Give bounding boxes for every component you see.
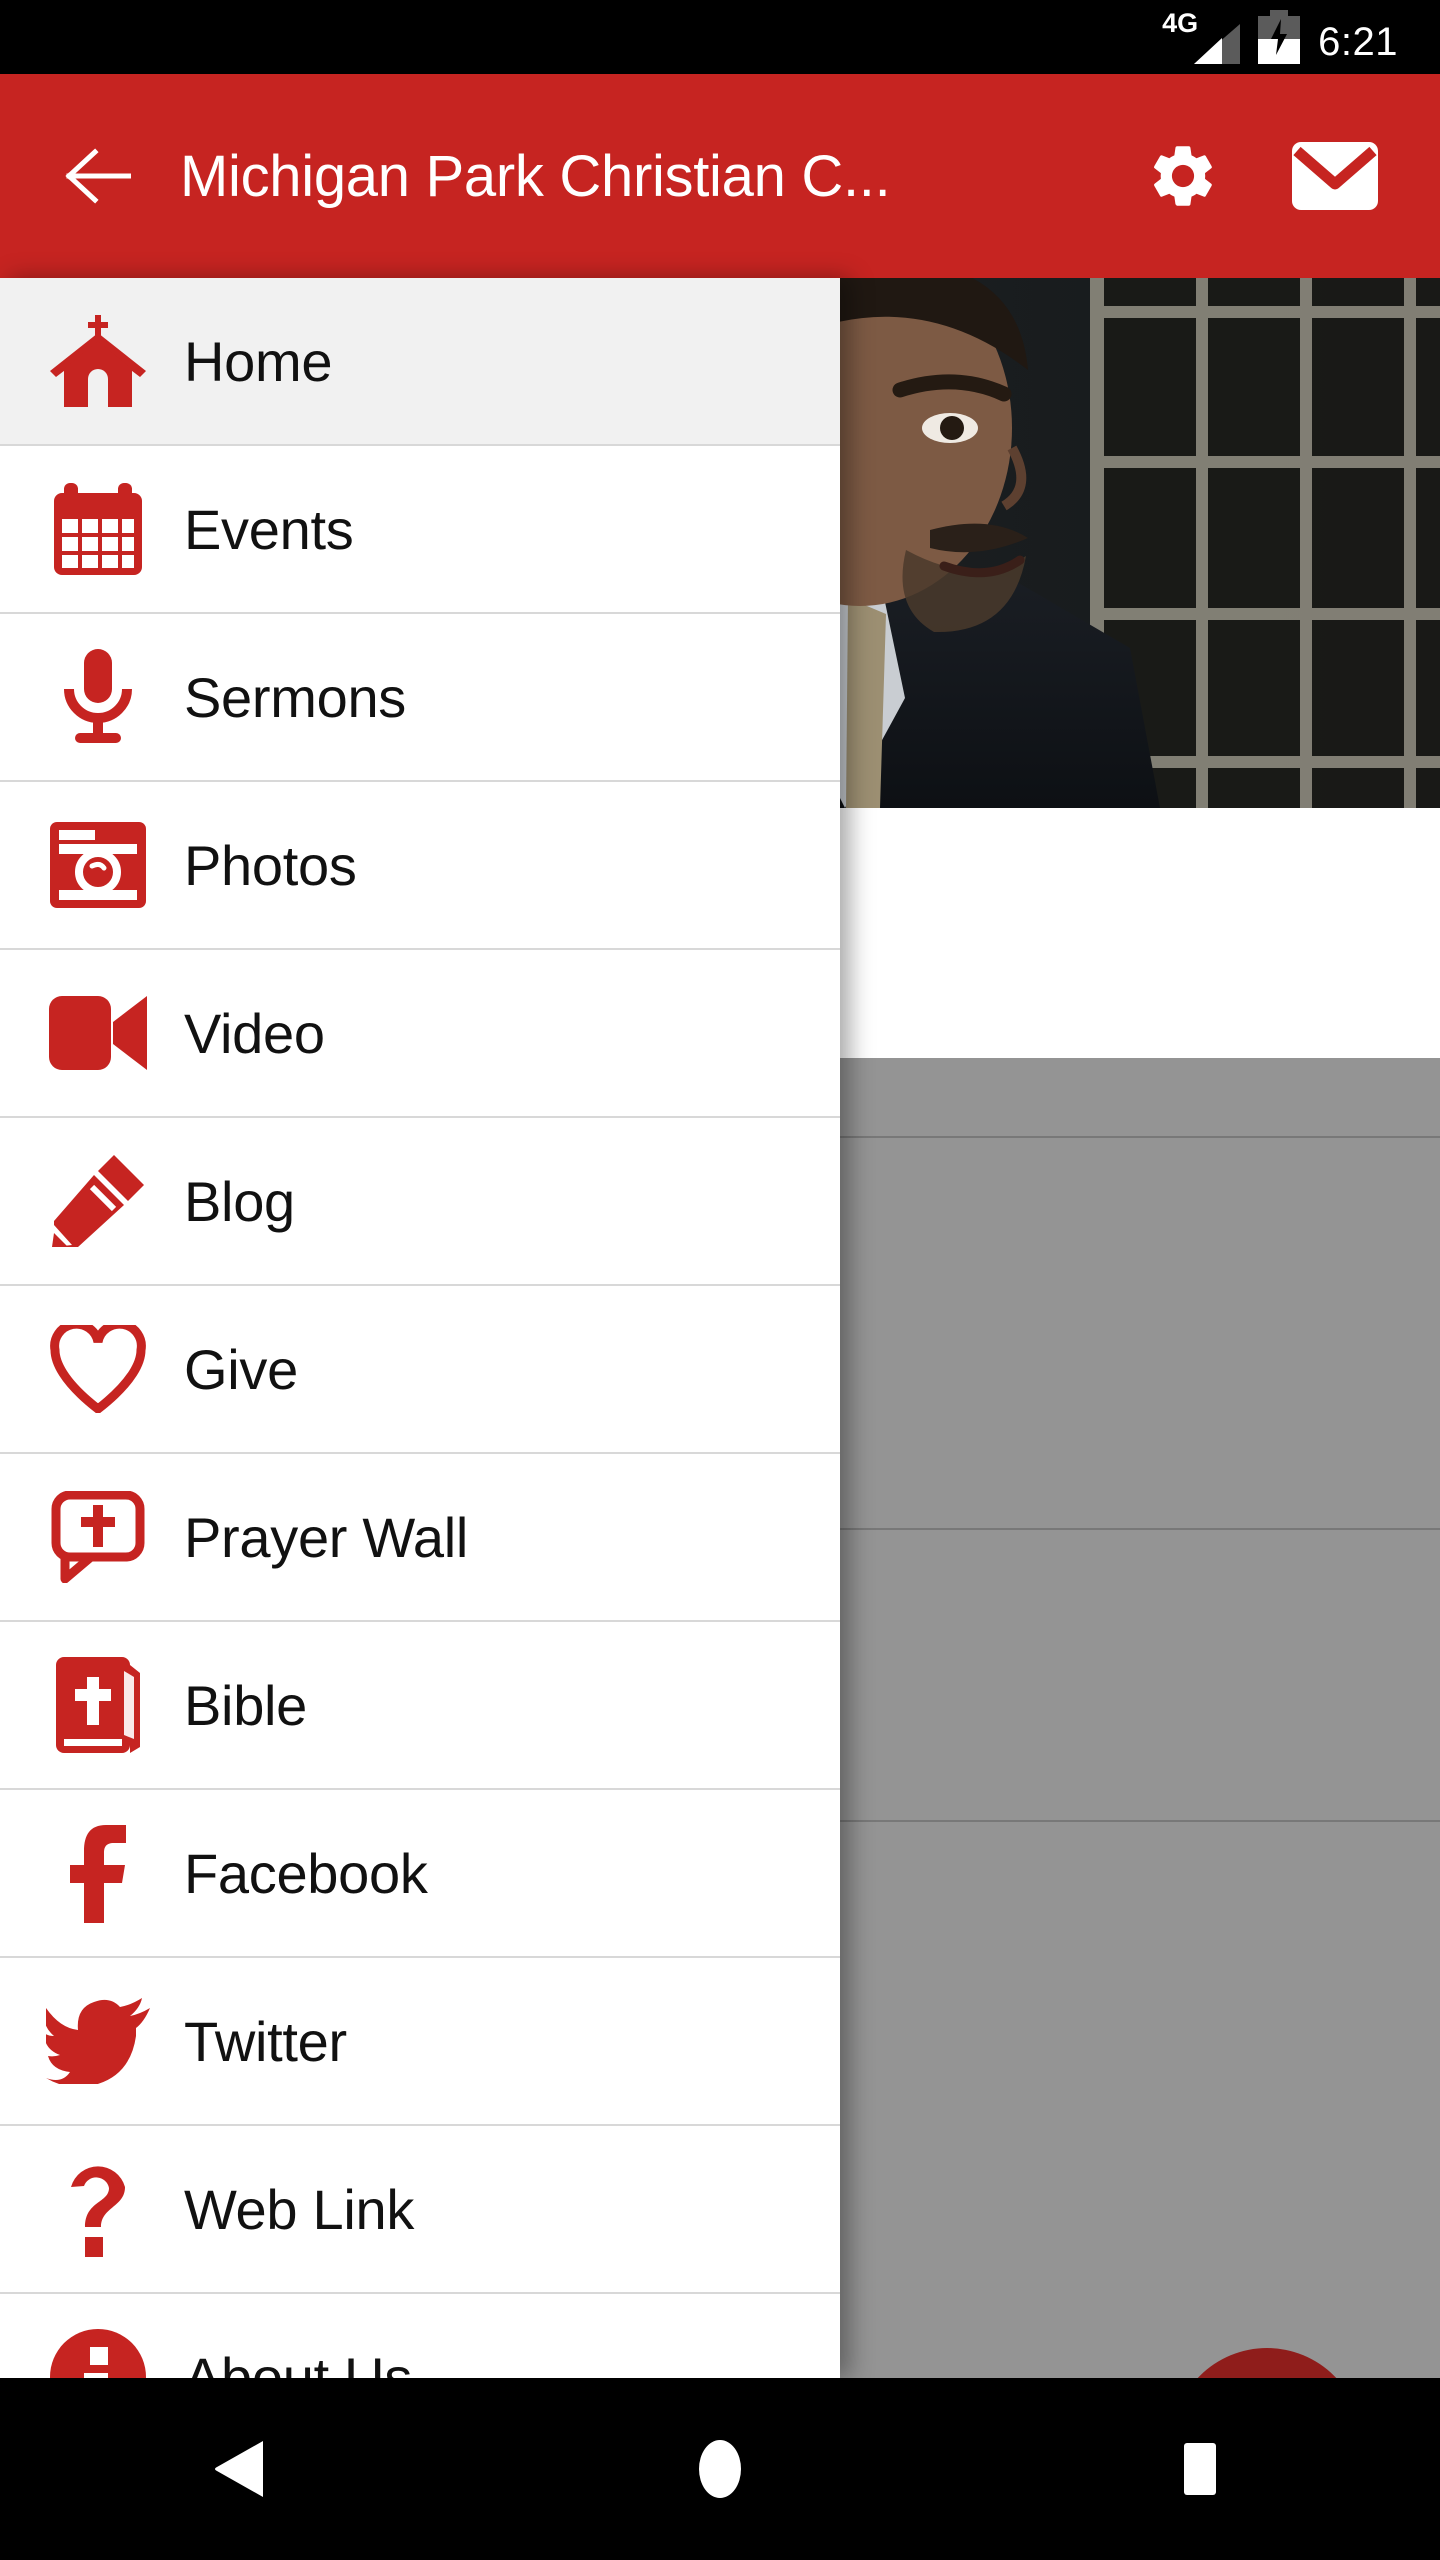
sidebar-item-label: Video (184, 1001, 325, 1065)
bible-book-icon (36, 1650, 160, 1760)
circle-home-icon[interactable] (660, 2409, 780, 2529)
sidebar-item-label: About Us (184, 2345, 412, 2379)
sidebar-item-about-us[interactable]: About Us (0, 2294, 840, 2378)
status-bar-clock: 6:21 (1318, 20, 1398, 64)
facebook-glyph (70, 1825, 126, 1923)
twitter-bird-glyph (46, 1998, 150, 2084)
back-arrow-glyph (65, 148, 131, 204)
sidebar-item-label: Blog (184, 1169, 295, 1233)
info-circle-icon (36, 2322, 160, 2378)
sidebar-item-label: Photos (184, 833, 357, 897)
circle-home-glyph (699, 2440, 741, 2498)
phone-screen: 4G 6:21 Michigan Park Christian C... Hom… (0, 0, 1440, 2560)
camera-icon (36, 810, 160, 920)
status-bar: 4G 6:21 (0, 0, 1440, 74)
info-circle-glyph (50, 2329, 146, 2378)
sidebar-item-label: Bible (184, 1673, 308, 1737)
sidebar-item-label: Twitter (184, 2009, 347, 2073)
sidebar-item-facebook[interactable]: Facebook (0, 1790, 840, 1958)
question-mark-glyph (71, 2166, 125, 2257)
sidebar-item-twitter[interactable]: Twitter (0, 1958, 840, 2126)
envelope-icon[interactable] (1292, 133, 1378, 219)
status-bar-icons: 4G 6:21 (1162, 10, 1398, 64)
sidebar-item-label: Facebook (184, 1841, 428, 1905)
calendar-glyph (54, 483, 142, 575)
square-recents-icon[interactable] (1140, 2409, 1260, 2529)
sidebar-item-label: Events (184, 497, 354, 561)
speech-bubble-cross-glyph (51, 1491, 145, 1583)
sidebar-item-sermons[interactable]: Sermons (0, 614, 840, 782)
signal-cellular-icon: 4G (1162, 10, 1241, 64)
app-bar: Michigan Park Christian C... (0, 74, 1440, 278)
sidebar-item-label: Sermons (184, 665, 406, 729)
sidebar-item-video[interactable]: Video (0, 950, 840, 1118)
sidebar-item-events[interactable]: Events (0, 446, 840, 614)
sidebar-item-prayer-wall[interactable]: Prayer Wall (0, 1454, 840, 1622)
back-arrow-icon[interactable] (60, 138, 136, 214)
triangle-back-glyph (215, 2441, 263, 2497)
video-camera-icon (36, 978, 160, 1088)
sidebar-item-home[interactable]: Home (0, 278, 840, 446)
question-mark-icon (36, 2154, 160, 2264)
speech-bubble-cross-icon (36, 1482, 160, 1592)
church-glyph (50, 315, 146, 407)
gear-glyph (1154, 146, 1212, 206)
heart-outline-icon (36, 1314, 160, 1424)
sidebar-item-give[interactable]: Give (0, 1286, 840, 1454)
page-title: Michigan Park Christian C... (180, 143, 891, 209)
square-recents-glyph (1184, 2443, 1216, 2495)
microphone-icon (36, 642, 160, 752)
sidebar-item-label: Prayer Wall (184, 1505, 469, 1569)
sidebar-item-web-link[interactable]: Web Link (0, 2126, 840, 2294)
sidebar-item-photos[interactable]: Photos (0, 782, 840, 950)
calendar-icon (36, 474, 160, 584)
facebook-icon (36, 1818, 160, 1928)
sidebar-item-label: Home (184, 329, 333, 393)
triangle-back-icon[interactable] (180, 2409, 300, 2529)
gear-icon[interactable] (1140, 133, 1226, 219)
pencil-icon (36, 1146, 160, 1256)
bible-book-glyph (56, 1657, 140, 1753)
sidebar-item-label: Give (184, 1337, 298, 1401)
camera-glyph (50, 822, 146, 908)
charging-bolt-glyph (1271, 19, 1288, 55)
signal-bars-glyph (1194, 24, 1241, 64)
twitter-bird-icon (36, 1986, 160, 2096)
battery-charging-icon (1258, 10, 1301, 64)
sidebar-item-label: Web Link (184, 2177, 415, 2241)
church-icon (36, 306, 160, 416)
sidebar-item-blog[interactable]: Blog (0, 1118, 840, 1286)
heart-outline-glyph (50, 1325, 146, 1413)
pencil-glyph (52, 1155, 144, 1247)
envelope-glyph (1292, 142, 1378, 210)
sidebar-item-bible[interactable]: Bible (0, 1622, 840, 1790)
network-type-label: 4G (1162, 8, 1199, 38)
navigation-drawer: Home Events Sermons Photos Video Blog Gi… (0, 278, 840, 2378)
system-nav-bar (0, 2378, 1440, 2560)
video-camera-glyph (49, 996, 147, 1070)
microphone-glyph (64, 649, 132, 743)
